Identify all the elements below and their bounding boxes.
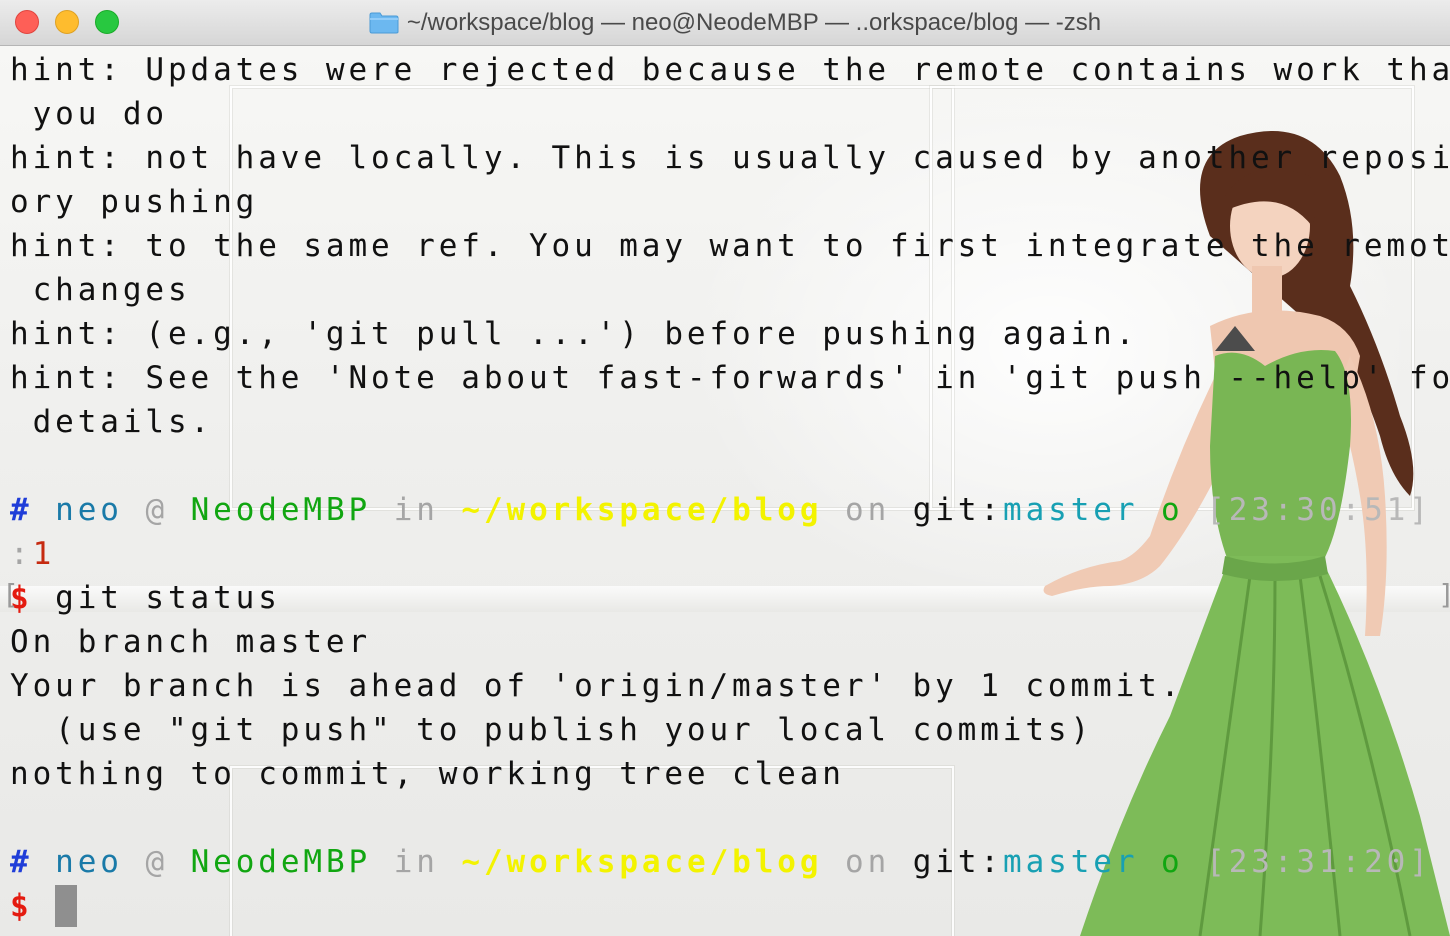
terminal-output: hint: Updates were rejected because the … — [10, 48, 1450, 928]
prompt-exit-code-colon: : — [10, 536, 33, 572]
prompt-line-wrap: :1 — [10, 532, 1440, 576]
prompt-on: on — [845, 844, 891, 880]
output-line: (use "git push" to publish your local co… — [10, 712, 1094, 748]
command-line[interactable]: $ — [10, 884, 1440, 928]
prompt-user: neo — [55, 492, 123, 528]
prompt-status: o — [1160, 492, 1184, 528]
prompt-time: [23:31:20] — [1206, 844, 1432, 880]
prompt-hash: # — [10, 492, 33, 528]
hint-line: hint: not have locally. This is usually … — [10, 140, 1450, 176]
hint-line: hint: (e.g., 'git pull ...') before push… — [10, 316, 1139, 352]
prompt-user: neo — [55, 844, 123, 880]
terminal-content-area[interactable]: hint: Updates were rejected because the … — [0, 46, 1450, 936]
prompt-dollar: $ — [10, 888, 33, 924]
prompt-branch: master — [1003, 844, 1139, 880]
prompt-in: in — [393, 844, 439, 880]
prompt-git-label: git: — [912, 844, 1003, 880]
hint-line: hint: See the 'Note about fast-forwards'… — [10, 360, 1450, 396]
output-line: On branch master — [10, 624, 372, 660]
text-cursor[interactable] — [55, 885, 78, 927]
output-line: nothing to commit, working tree clean — [10, 756, 845, 792]
command-text: git status — [32, 580, 281, 616]
prompt-in: in — [393, 492, 439, 528]
prompt-at: @ — [145, 492, 169, 528]
terminal-window: ~/workspace/blog — neo@NeodeMBP — ..orks… — [0, 0, 1450, 936]
prompt-path: ~/workspace/blog — [461, 844, 823, 880]
title-bar[interactable]: ~/workspace/blog — neo@NeodeMBP — ..orks… — [0, 0, 1450, 46]
window-title-area: ~/workspace/blog — neo@NeodeMBP — ..orks… — [0, 0, 1450, 46]
prompt-host: NeodeMBP — [190, 492, 372, 528]
hint-line: details. — [10, 404, 214, 440]
hint-line: you do — [10, 96, 168, 132]
prompt-time: [23:30:51] — [1206, 492, 1432, 528]
prompt-exit-code-value: 1 — [32, 536, 56, 572]
prompt-branch: master — [1003, 492, 1139, 528]
prompt-status: o — [1160, 844, 1184, 880]
output-line: Your branch is ahead of 'origin/master' … — [10, 668, 1184, 704]
prompt-line: # neo @ NeodeMBP in ~/workspace/blog on … — [10, 488, 1440, 532]
prompt-path: ~/workspace/blog — [461, 492, 823, 528]
prompt-hash: # — [10, 844, 33, 880]
hint-line: hint: to the same ref. You may want to f… — [10, 228, 1450, 264]
hint-line: changes — [10, 272, 191, 308]
hint-line: ory pushing — [10, 184, 259, 220]
prompt-at: @ — [145, 844, 169, 880]
command-line: $ git status — [10, 576, 1440, 620]
mark-bracket-right: ] — [1438, 578, 1450, 611]
prompt-line: # neo @ NeodeMBP in ~/workspace/blog on … — [10, 840, 1440, 884]
mark-bracket-left: [ — [2, 578, 19, 611]
window-title: ~/workspace/blog — neo@NeodeMBP — ..orks… — [406, 9, 1102, 36]
hint-line: hint: Updates were rejected because the … — [10, 52, 1450, 88]
prompt-on: on — [845, 492, 891, 528]
prompt-git-label: git: — [912, 492, 1003, 528]
folder-icon — [369, 12, 399, 34]
prompt-host: NeodeMBP — [190, 844, 372, 880]
